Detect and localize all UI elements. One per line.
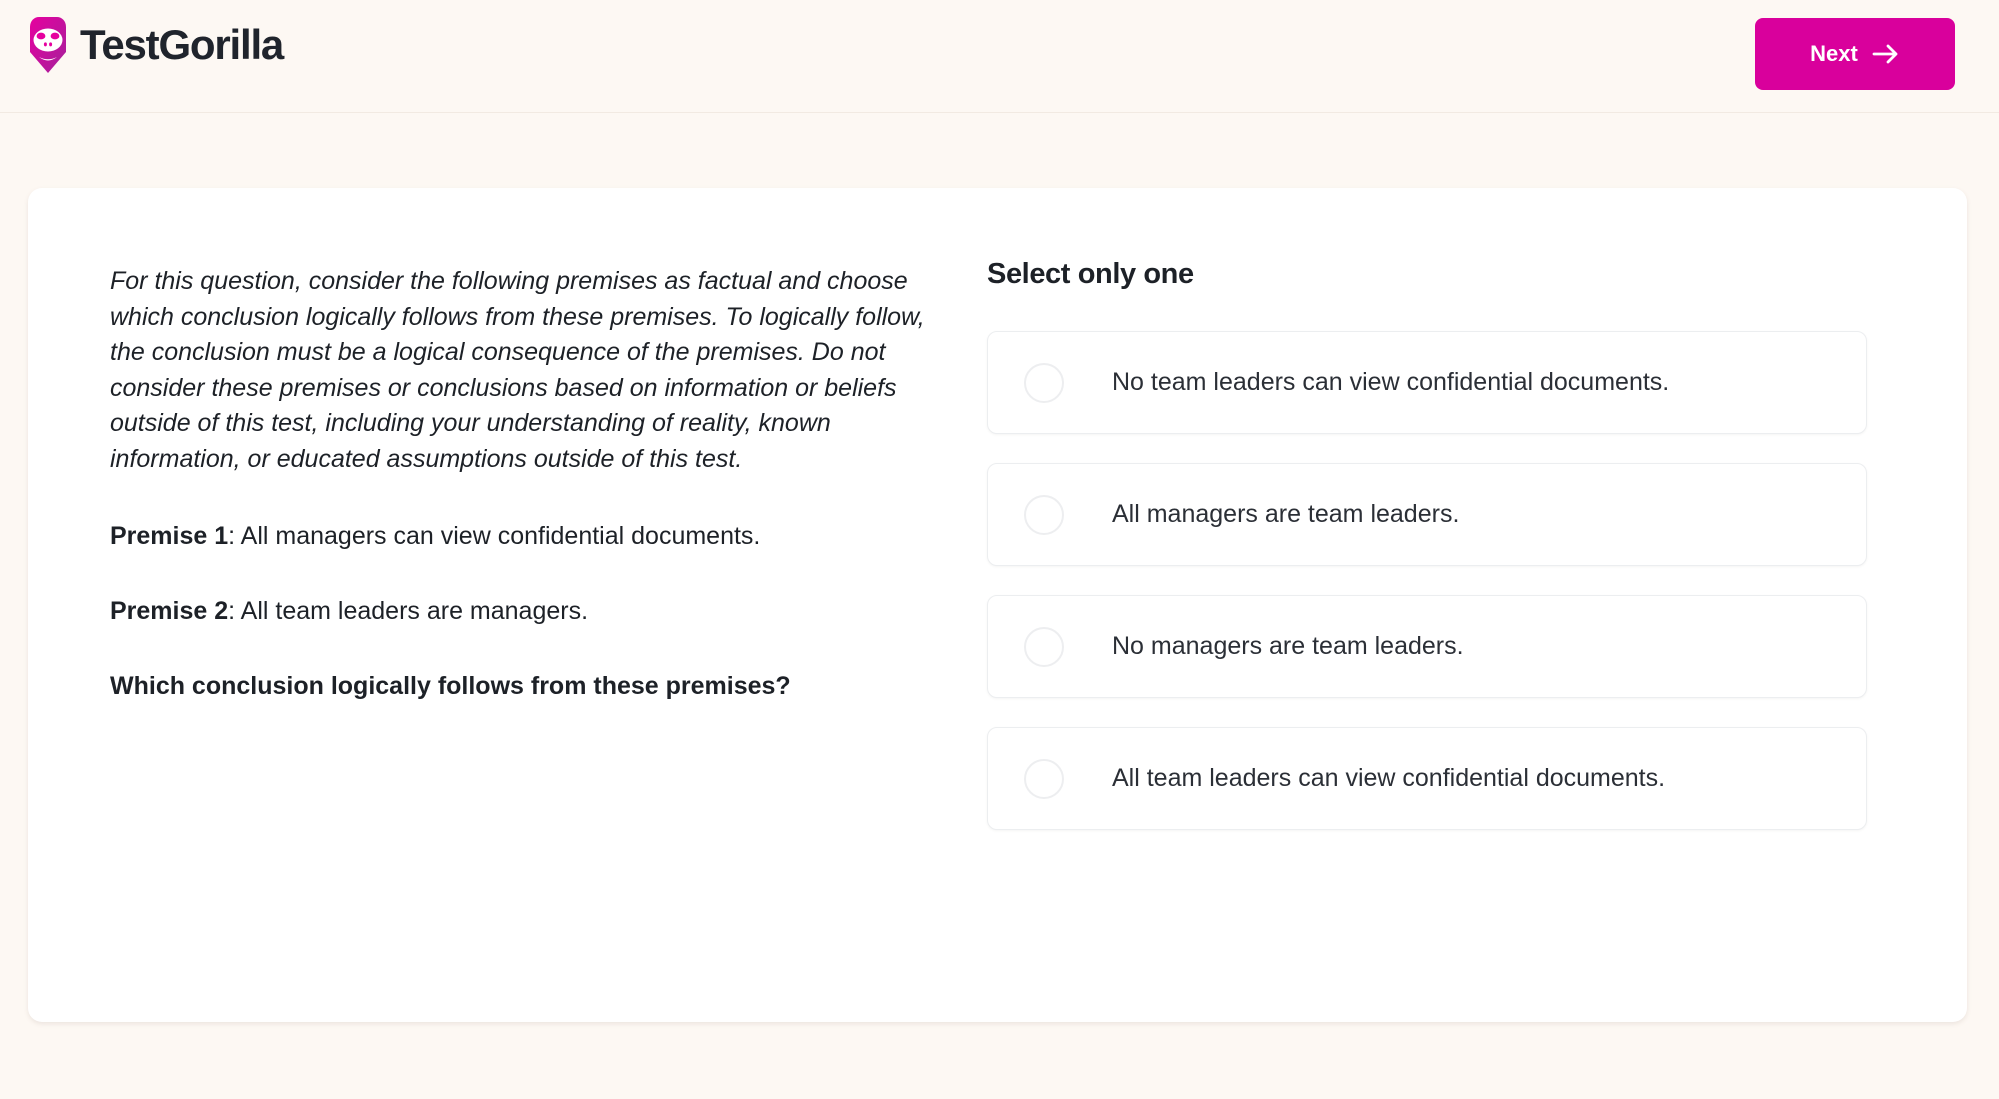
answer-option[interactable]: No team leaders can view confidential do…	[987, 331, 1867, 434]
arrow-right-icon	[1872, 44, 1898, 64]
answer-option-label: All managers are team leaders.	[1112, 500, 1460, 529]
answers-title: Select only one	[987, 258, 1194, 290]
answer-option-list: No team leaders can view confidential do…	[987, 331, 1867, 830]
next-button-label: Next	[1810, 41, 1858, 66]
answer-option[interactable]: No managers are team leaders.	[987, 595, 1867, 698]
gorilla-logo-icon	[30, 17, 66, 73]
radio-icon[interactable]	[1024, 494, 1064, 535]
brand-name: TestGorilla	[80, 21, 284, 68]
answer-option-label: No team leaders can view confidential do…	[1112, 368, 1670, 397]
radio-icon[interactable]	[1024, 626, 1064, 667]
premise-1-label: Premise 1	[110, 522, 229, 550]
next-button[interactable]: Next	[1755, 18, 1955, 90]
app-header: TestGorilla Next	[0, 0, 1999, 113]
premise-2-text: : All team leaders are managers.	[228, 597, 589, 625]
question-card: For this question, consider the followin…	[28, 188, 1967, 1022]
answer-option-label: All team leaders can view confidential d…	[1112, 764, 1666, 793]
premise-1: Premise 1: All managers can view confide…	[110, 519, 963, 554]
question-instructions: For this question, consider the followin…	[110, 267, 925, 473]
radio-icon[interactable]	[1024, 362, 1064, 403]
question-prompt: Which conclusion logically follows from …	[110, 672, 791, 700]
prompt-pane: For this question, consider the followin…	[28, 188, 963, 1022]
brand: TestGorilla	[26, 16, 284, 74]
answers-pane: Select only one No team leaders can view…	[963, 188, 1967, 1022]
premise-2-label: Premise 2	[110, 597, 229, 625]
premise-1-text: : All managers can view confidential doc…	[228, 522, 761, 550]
answer-option[interactable]: All managers are team leaders.	[987, 463, 1867, 566]
answer-option[interactable]: All team leaders can view confidential d…	[987, 727, 1867, 830]
answer-option-label: No managers are team leaders.	[1112, 632, 1464, 661]
radio-icon[interactable]	[1024, 758, 1064, 799]
premise-2: Premise 2: All team leaders are managers…	[110, 594, 963, 629]
